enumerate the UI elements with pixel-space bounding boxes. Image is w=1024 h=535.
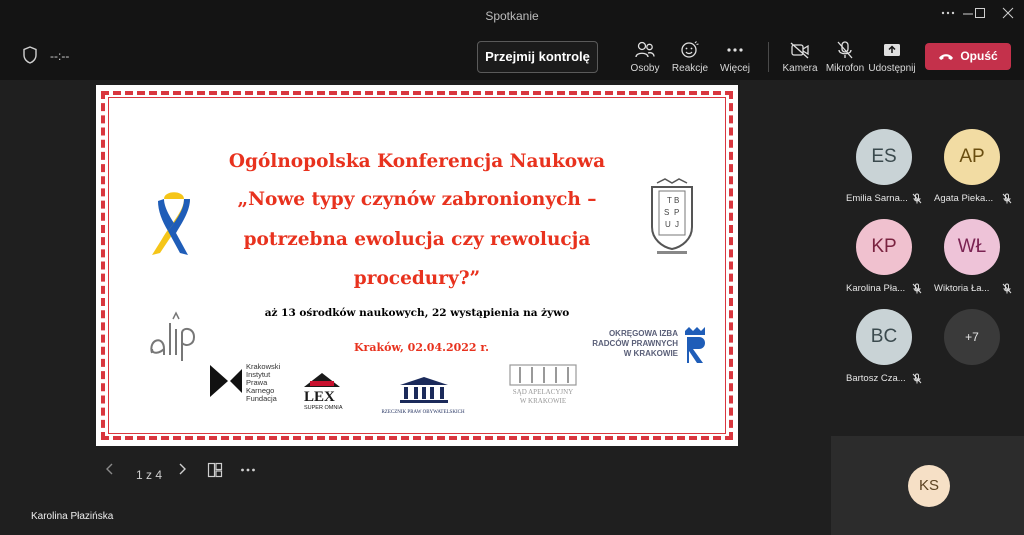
participant-tile[interactable]: KP Karolina Pła... [840,219,928,294]
mic-button[interactable]: Mikrofon [820,38,870,78]
hang-up-icon [939,54,954,60]
slide-title-line-1: Ogólnopolska Konferencja Naukowa [228,151,606,172]
slide-more-options-icon[interactable] [240,462,256,481]
next-slide-icon[interactable] [176,462,188,479]
mic-muted-icon [912,283,922,294]
toolbar-divider [768,42,769,72]
tbs-letter-3: S [664,208,669,217]
share-label: Udostępnij [868,63,916,74]
ukraine-ribbon-icon [152,192,190,255]
aiip-logo [150,311,196,361]
sad-line-2: W KRAKOWIE [519,397,567,405]
presenter-name: Karolina Płazińska [31,511,114,522]
avatar: KP [856,219,912,275]
people-icon [635,41,655,58]
participant-tile[interactable]: AP Agata Pieka... [928,129,1016,204]
oirp-line-2: RADCÓW PRAWNYCH [592,339,678,348]
maximize-icon[interactable] [968,6,992,26]
avatar: ES [856,129,912,185]
camera-label: Kamera [782,63,818,74]
more-participants-count: +7 [944,309,1000,365]
reactions-icon [681,41,699,58]
tbs-letter-2: B [674,196,679,205]
people-button[interactable]: Osoby [620,38,670,78]
more-label: Więcej [719,63,750,74]
kikf-logo-icon [210,365,242,397]
more-button[interactable]: Więcej [710,38,760,78]
rpo-logo-text: RZECZNIK PRAW OBYWATELSKICH [381,410,465,415]
share-icon [884,44,900,56]
slide-grid-icon[interactable] [207,462,223,481]
avatar: WŁ [944,219,1000,275]
meeting-timer: --:-- [50,49,70,63]
lex-logo-icon [304,373,340,387]
mic-muted-icon [1002,283,1012,294]
mic-muted-icon [912,193,922,204]
lex-logo-text: LEX [304,389,335,405]
tbs-puj-logo: T B S P U J [651,178,693,254]
oirp-line-1: OKRĘGOWA IZBA [608,329,678,338]
leave-label: Opuść [960,49,998,63]
participant-tile[interactable]: ES Emilia Sarna... [840,129,928,204]
tbs-letter-6: J [675,220,679,229]
kikf-line-5: Fundacja [246,394,277,403]
share-button[interactable]: Udostępnij [867,38,917,78]
shield-icon[interactable] [22,46,38,69]
mic-muted-icon [912,373,922,384]
self-avatar: KS [908,465,950,507]
slide-page-indicator: 1 z 4 [136,468,163,482]
oirp-logo-icon [685,327,705,363]
reactions-button[interactable]: Reakcje [665,38,715,78]
previous-slide-icon[interactable] [104,462,116,479]
oirp-logo-text: OKRĘGOWA IZBA RADCÓW PRAWNYCH W KRAKOWIE [576,329,678,359]
lex-logo-subtext: SUPER OMNIA [304,405,343,411]
self-video-tile[interactable]: KS [831,436,1024,535]
leave-button[interactable]: Opuść [925,43,1011,70]
tbs-letter-5: U [665,220,671,229]
avatar: AP [944,129,1000,185]
oirp-line-3: W KRAKOWIE [623,349,678,358]
participant-tile[interactable]: BC Bartosz Cza... [840,309,928,384]
camera-off-icon [790,42,809,59]
participant-tile[interactable]: WŁ Wiktoria Ła... [928,219,1016,294]
slide-date: Kraków, 02.04.2022 r. [354,341,490,354]
avatar: BC [856,309,912,365]
rpo-logo-icon [400,377,448,403]
meeting-toolbar: --:-- Przejmij kontrolę Osoby Reakcje Wi… [0,32,1024,80]
sad-apelacyjny-logo-text: SĄD APELACYJNY W KRAKOWIE [502,388,584,406]
more-participants-button[interactable]: +7 [928,309,1016,365]
mic-off-icon [837,41,853,59]
slide-title-line-4: procedury?” [353,268,481,289]
window-title: Spotkanie [485,9,539,23]
tbs-letter-1: T [667,196,672,205]
camera-button[interactable]: Kamera [775,38,825,78]
people-label: Osoby [630,63,660,74]
take-control-button[interactable]: Przejmij kontrolę [477,41,598,73]
kikf-logo-text: Krakowski Instytut Prawa Karnego Fundacj… [246,363,280,403]
more-icon [727,48,743,52]
tbs-letter-4: P [674,208,679,217]
mic-label: Mikrofon [825,63,865,74]
sad-apelacyjny-logo-icon [509,364,577,386]
mic-muted-icon [1002,193,1012,204]
close-icon[interactable] [996,6,1020,26]
reactions-label: Reakcje [671,63,709,74]
shared-slide: Ogólnopolska Konferencja Naukowa „Nowe t… [96,85,738,446]
title-bar: Spotkanie [0,0,1024,32]
sad-line-1: SĄD APELACYJNY [512,388,574,396]
